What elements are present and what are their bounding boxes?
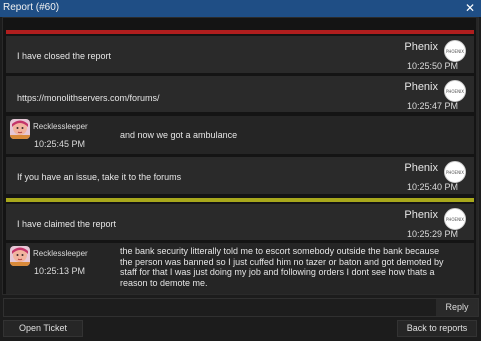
closed-status-stripe [6, 30, 474, 34]
avatar: PHOENIX [444, 40, 466, 62]
message-time: 10:25:13 PM [34, 266, 86, 276]
player-avatar [10, 119, 30, 139]
message-text: the bank security litterally told me to … [120, 246, 444, 288]
message-text: and now we got a ambulance [120, 130, 238, 140]
scrollbar-track[interactable] [476, 18, 478, 294]
window-title: Report (#60) [3, 2, 60, 13]
message-text: I have closed the report [17, 51, 112, 61]
message-author: Phenix [404, 81, 438, 93]
message-text: I have claimed the report [17, 219, 117, 229]
claimed-status-stripe [6, 198, 474, 202]
message-time: 10:25:45 PM [34, 139, 86, 149]
message-time: 10:25:29 PM [406, 229, 458, 239]
message-time: 10:25:47 PM [406, 101, 458, 111]
message-link[interactable]: https://monolithservers.com/forums/ [17, 93, 160, 103]
message-item: Phenix PHOENIX I have claimed the report… [6, 204, 474, 240]
message-text: If you have an issue, take it to the for… [17, 172, 182, 182]
avatar: PHOENIX [444, 80, 466, 102]
message-item: Phenix PHOENIX If you have an issue, tak… [6, 157, 474, 194]
message-author: Phenix [404, 162, 438, 174]
message-item: Recklessleeper 10:25:45 PM and now we go… [6, 116, 474, 154]
close-icon[interactable]: ✕ [465, 0, 475, 16]
back-to-reports-button[interactable]: Back to reports [397, 320, 477, 337]
avatar: PHOENIX [444, 161, 466, 183]
message-author: Phenix [404, 41, 438, 53]
message-time: 10:25:40 PM [406, 182, 458, 192]
message-item: Phenix PHOENIX I have closed the report … [6, 36, 474, 73]
message-author: Recklessleeper [33, 122, 88, 131]
message-author: Phenix [404, 209, 438, 221]
message-item: Recklessleeper 10:25:13 PM the bank secu… [6, 243, 474, 294]
open-ticket-button[interactable]: Open Ticket [3, 320, 83, 337]
title-bar: Report (#60) ✕ [0, 0, 481, 17]
player-avatar [10, 246, 30, 266]
reply-input[interactable] [4, 299, 436, 316]
message-item: Phenix PHOENIX https://monolithservers.c… [6, 76, 474, 112]
avatar: PHOENIX [444, 208, 466, 230]
reply-bar: Reply [3, 298, 479, 317]
message-author: Recklessleeper [33, 249, 88, 258]
reply-button[interactable]: Reply [436, 299, 478, 316]
message-list[interactable]: Phenix PHOENIX I have closed the report … [2, 17, 479, 295]
message-time: 10:25:50 PM [406, 61, 458, 71]
